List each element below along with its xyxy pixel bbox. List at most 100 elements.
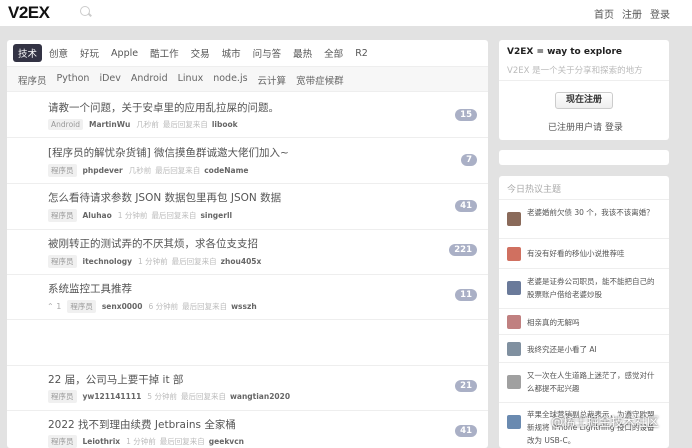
hot-topic-item[interactable]: 又一次在人生道路上迷茫了，感觉对什么都提不起兴趣: [499, 362, 669, 402]
topic-author[interactable]: yw121141111: [83, 392, 142, 401]
subtab-python[interactable]: Python: [57, 73, 90, 87]
avatar[interactable]: [507, 415, 521, 429]
tab-hot[interactable]: 最热: [288, 44, 317, 62]
topic-row: 2022 找不到理由续费 Jetbrains 全家桶 程序员 Leiothrix…: [7, 410, 488, 448]
topic-time: 1 分钟前: [117, 211, 148, 220]
topic-node[interactable]: 程序员: [48, 435, 77, 448]
topic-node[interactable]: 程序员: [48, 209, 77, 222]
blank-card: [499, 150, 669, 165]
reply-count-badge[interactable]: 41: [455, 425, 477, 437]
topic-title[interactable]: 怎么看待请求参数 JSON 数据包里再包 JSON 数据: [48, 190, 281, 205]
hot-topic-item[interactable]: 老婆婚前欠债 30 个，我该不该离婚？: [499, 199, 669, 238]
topic-author[interactable]: MartinWu: [89, 120, 130, 129]
subtab-android[interactable]: Android: [131, 73, 168, 87]
topic-last-user[interactable]: geekvcn: [209, 437, 244, 446]
topic-author[interactable]: phpdever: [83, 166, 123, 175]
topic-last-user[interactable]: zhou405x: [221, 257, 262, 266]
topic-time: 6 分钟前: [148, 302, 179, 311]
vote-count[interactable]: ⌃ 1: [47, 302, 61, 311]
topic-node[interactable]: 程序员: [67, 300, 96, 313]
topic-last-user[interactable]: singerll: [200, 211, 232, 220]
topic-meta: Android MartinWu 几秒前 最后回复来自 libook: [48, 119, 238, 130]
tab-jobs[interactable]: 酷工作: [145, 44, 184, 62]
topic-title[interactable]: [程序员的解忧杂货铺] 微信摸鱼群诚邀大佬们加入~: [48, 145, 289, 160]
topic-node[interactable]: Android: [48, 119, 83, 130]
topic-author[interactable]: senx0000: [102, 302, 143, 311]
hot-topic-title[interactable]: 我终究还是小看了 AI: [527, 343, 657, 356]
hot-topic-title[interactable]: 老婆婚前欠债 30 个，我该不该离婚？: [527, 206, 657, 219]
reply-count-badge[interactable]: 21: [455, 380, 477, 392]
subtab-cloud[interactable]: 云计算: [258, 73, 287, 87]
topic-author[interactable]: Aluhao: [83, 211, 112, 220]
topic-title[interactable]: 被刚转正的测试弄的不厌其烦，求各位支支招: [48, 236, 258, 251]
signup-button[interactable]: 现在注册: [555, 92, 613, 109]
hot-topics-card: 今日热议主题 老婆婚前欠债 30 个，我该不该离婚？ 有没有好看的移仙小说推荐哇…: [499, 176, 669, 448]
topic-meta: ⌃ 1 程序员 senx0000 6 分钟前 最后回复来自 wsszh: [47, 300, 257, 313]
topic-node[interactable]: 程序员: [48, 255, 77, 268]
avatar[interactable]: [507, 315, 521, 329]
topic-title[interactable]: 请教一个问题，关于安卓里的应用乱拉屎的问题。: [48, 100, 279, 115]
avatar[interactable]: [507, 342, 521, 356]
hot-topic-item[interactable]: 我终究还是小看了 AI: [499, 334, 669, 362]
topic-time: 1 分钟前: [126, 437, 156, 446]
subtab-nodejs[interactable]: node.js: [213, 73, 247, 87]
topic-last-user[interactable]: wangtian2020: [230, 392, 290, 401]
empty-row: [7, 319, 488, 365]
topic-node[interactable]: 程序员: [48, 164, 77, 177]
topic-row: 请教一个问题，关于安卓里的应用乱拉屎的问题。 Android MartinWu …: [7, 91, 488, 137]
hot-topic-item[interactable]: 老婆是证券公司职员，能不能把自己的股票账户借给老婆炒股: [499, 268, 669, 308]
hot-topic-title[interactable]: 相亲真的无解吗: [527, 316, 657, 329]
search-input[interactable]: [68, 3, 218, 22]
reply-count-badge[interactable]: 41: [455, 200, 477, 212]
topic-last-user[interactable]: libook: [212, 120, 238, 129]
topic-last-user[interactable]: codeName: [204, 166, 248, 175]
avatar[interactable]: [507, 281, 521, 295]
tab-city[interactable]: 城市: [217, 44, 246, 62]
topic-list-box: 技术 创意 好玩 Apple 酷工作 交易 城市 问与答 最热 全部 R2 程序…: [7, 40, 488, 448]
hot-topic-title[interactable]: 有没有好看的移仙小说推荐哇: [527, 247, 657, 260]
tab-tech[interactable]: 技术: [13, 44, 43, 62]
tab-deals[interactable]: 交易: [186, 44, 215, 62]
topic-last-label: 最后回复来自: [171, 257, 217, 266]
topic-last-label: 最后回复来自: [155, 166, 201, 175]
search-icon[interactable]: [80, 6, 90, 16]
tab-creative[interactable]: 创意: [44, 44, 73, 62]
login-prefix: 已注册用户请: [548, 123, 603, 133]
tab-play[interactable]: 好玩: [75, 44, 104, 62]
avatar[interactable]: [507, 375, 521, 389]
reply-count-badge[interactable]: 15: [455, 109, 477, 121]
hot-topic-title[interactable]: 又一次在人生道路上迷茫了，感觉对什么都提不起兴趣: [527, 369, 657, 395]
topic-title[interactable]: 系统监控工具推荐: [48, 281, 132, 296]
tab-all[interactable]: 全部: [319, 44, 348, 62]
login-prompt: 已注册用户请 登录: [548, 120, 623, 133]
topic-author[interactable]: itechnology: [83, 257, 133, 266]
tab-qna[interactable]: 问与答: [248, 44, 287, 62]
topic-last-label: 最后回复来自: [180, 392, 226, 401]
topic-meta: 程序员 yw121141111 5 分钟前 最后回复来自 wangtian202…: [48, 390, 290, 403]
reply-count-badge[interactable]: 221: [449, 244, 477, 256]
avatar[interactable]: [507, 212, 521, 226]
reply-count-badge[interactable]: 11: [455, 289, 477, 301]
login-link[interactable]: 登录: [605, 123, 623, 133]
subtab-idev[interactable]: iDev: [99, 73, 120, 87]
tab-r2[interactable]: R2: [350, 46, 373, 61]
topic-title[interactable]: 2022 找不到理由续费 Jetbrains 全家桶: [48, 417, 236, 432]
hot-topic-item[interactable]: 相亲真的无解吗: [499, 308, 669, 334]
nav-home-link[interactable]: 首页: [594, 6, 614, 21]
topic-last-user[interactable]: wsszh: [231, 302, 257, 311]
hot-topic-title[interactable]: 老婆是证券公司职员，能不能把自己的股票账户借给老婆炒股: [527, 275, 657, 301]
nav-login-link[interactable]: 登录: [650, 6, 670, 21]
subtab-broadband[interactable]: 宽带症候群: [296, 73, 344, 87]
avatar[interactable]: [507, 247, 521, 261]
topic-row: 被刚转正的测试弄的不厌其烦，求各位支支招 程序员 itechnology 1 分…: [7, 229, 488, 274]
site-logo[interactable]: V2EX: [8, 3, 50, 23]
topic-node[interactable]: 程序员: [48, 390, 77, 403]
tab-apple[interactable]: Apple: [106, 46, 143, 61]
topic-author[interactable]: Leiothrix: [83, 437, 121, 446]
subtab-linux[interactable]: Linux: [178, 73, 204, 87]
hot-topic-item[interactable]: 有没有好看的移仙小说推荐哇: [499, 238, 669, 268]
reply-count-badge[interactable]: 7: [461, 154, 477, 166]
subtab-programmer[interactable]: 程序员: [18, 73, 47, 87]
topic-title[interactable]: 22 届，公司马上要干掉 it 部: [48, 372, 183, 387]
nav-signup-link[interactable]: 注册: [622, 6, 642, 21]
